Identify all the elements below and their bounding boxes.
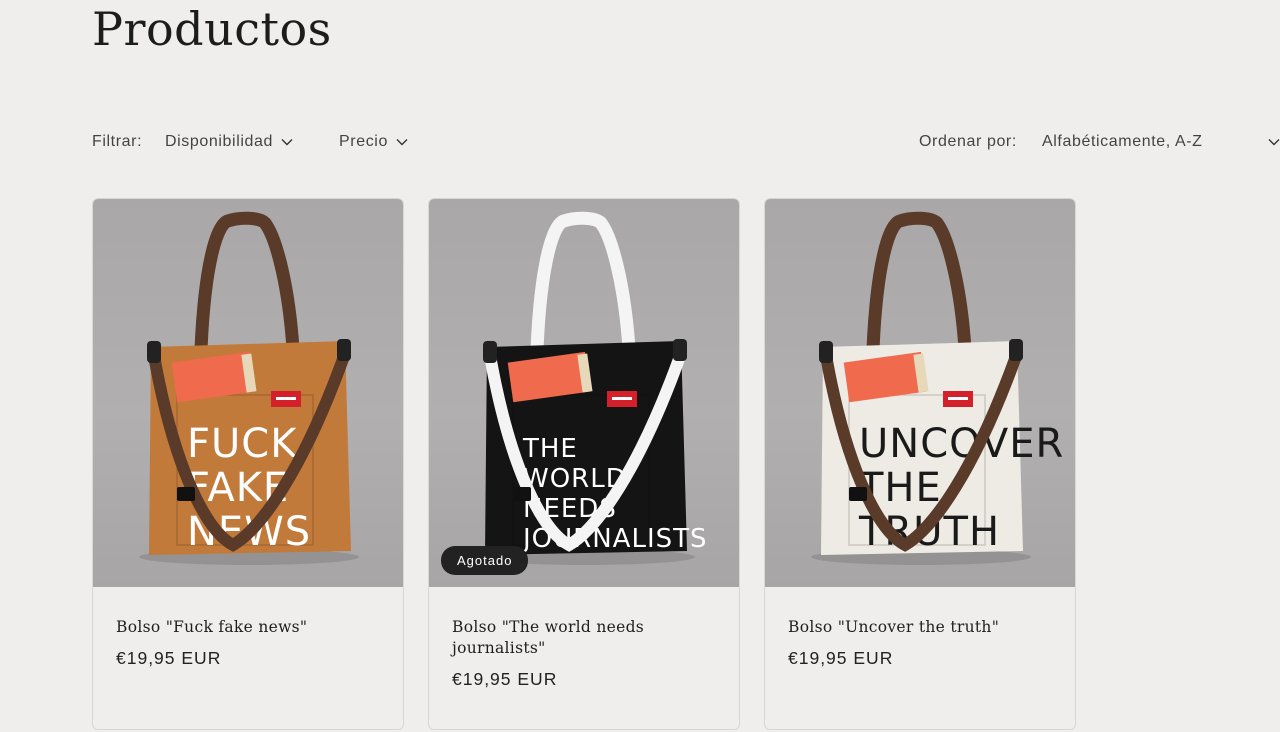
price-filter[interactable]: Precio	[339, 133, 408, 151]
svg-text:FUCK: FUCK	[187, 421, 298, 467]
product-info: Bolso "Fuck fake news" €19,95 EUR	[116, 617, 384, 669]
sort-selected-value: Alfabéticamente, A-Z	[1042, 133, 1203, 150]
tote-bag-illustration: FUCKFAKENEWS	[139, 211, 359, 565]
product-name: Bolso "Fuck fake news"	[116, 618, 308, 636]
product-info: Bolso "Uncover the truth" €19,95 EUR	[788, 617, 1056, 669]
chevron-down-icon	[396, 138, 408, 146]
product-image: UNCOVER THE TRUTH	[765, 199, 1075, 587]
chevron-down-icon	[281, 138, 293, 146]
filter-label: Filtrar:	[92, 133, 143, 150]
page-title: Productos	[92, 2, 332, 56]
product-price: €19,95 EUR	[452, 669, 558, 689]
product-name: Bolso "The world needs journalists"	[452, 618, 645, 657]
sort-select[interactable]: Alfabéticamente, A-Z	[1042, 133, 1280, 151]
availability-filter-label: Disponibilidad	[165, 133, 274, 150]
product-name: Bolso "Uncover the truth"	[788, 618, 1000, 636]
product-card[interactable]: THE WORLD NEEDS JOURNALISTS Agotado Bolso "…	[428, 198, 740, 730]
product-price: €19,95 EUR	[788, 648, 894, 668]
product-card[interactable]: UNCOVER THE TRUTH Bolso "Uncover the truth…	[764, 198, 1076, 730]
tote-bag-illustration: THEWORLDNEEDSJOURNALISTS	[475, 211, 707, 565]
product-price: €19,95 EUR	[116, 648, 222, 668]
collection-page: Productos Filtrar: Disponibilidad Precio…	[0, 0, 1280, 732]
product-info: Bolso "The world needs journalists" €19,…	[452, 617, 720, 690]
product-image: THE WORLD NEEDS JOURNALISTS Agotado	[429, 199, 739, 587]
svg-text:THE: THE	[522, 434, 578, 464]
sort-label: Ordenar por:	[919, 133, 1017, 150]
tote-bag-illustration: UNCOVERTHETRUTH	[811, 211, 1064, 565]
sold-out-badge: Agotado	[441, 546, 529, 575]
chevron-down-icon	[1268, 138, 1280, 146]
price-filter-label: Precio	[339, 133, 388, 150]
filter-bar: Filtrar: Disponibilidad Precio Ordenar p…	[92, 130, 1280, 156]
svg-text:UNCOVER: UNCOVER	[859, 421, 1064, 467]
product-card[interactable]: FUCK FAKE NEWS Bolso "Fuck fake news" €19,…	[92, 198, 404, 730]
availability-filter[interactable]: Disponibilidad	[165, 133, 293, 151]
product-image: FUCK FAKE NEWS	[93, 199, 403, 587]
